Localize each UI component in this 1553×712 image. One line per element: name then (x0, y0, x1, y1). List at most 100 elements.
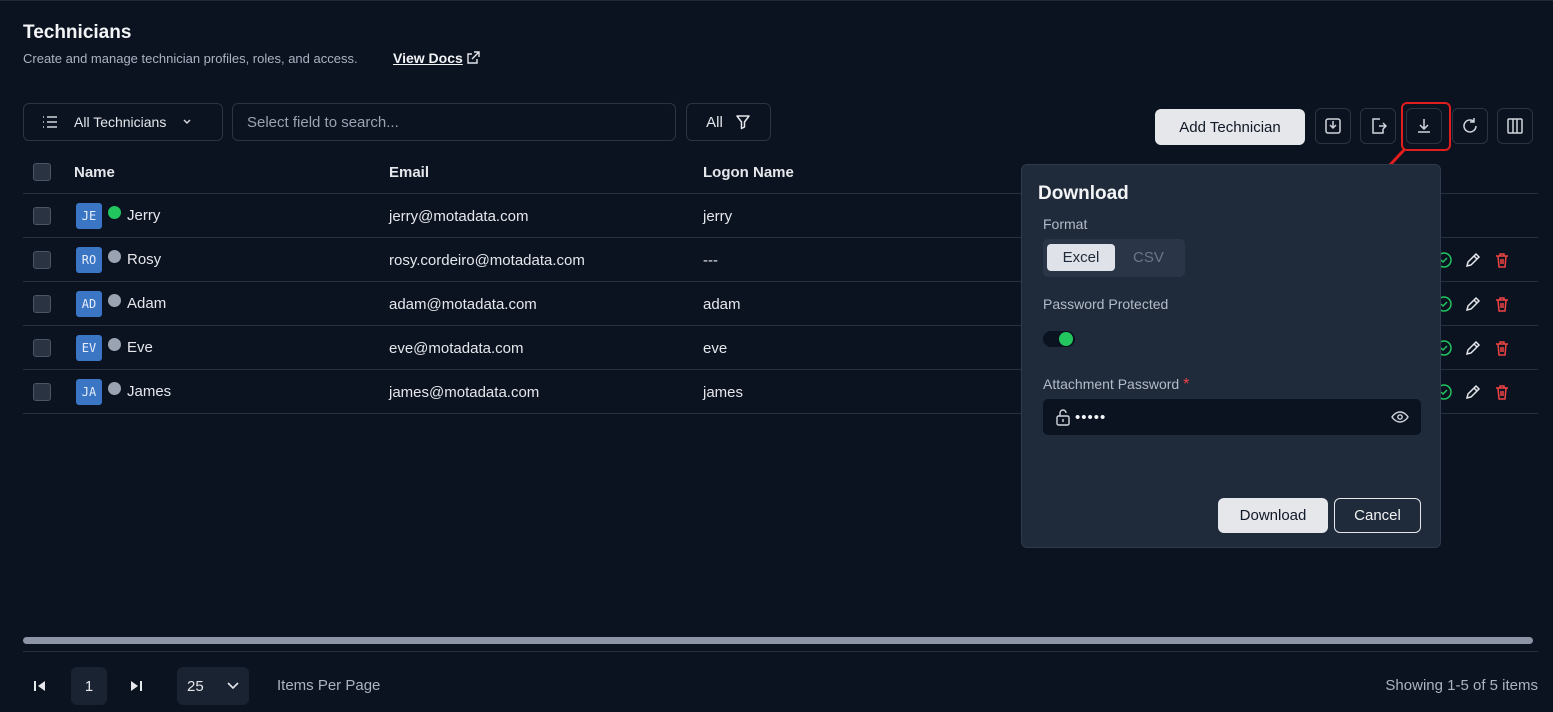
column-header-name[interactable]: Name (74, 150, 115, 194)
footer-divider (23, 651, 1538, 652)
row-actions (1435, 238, 1511, 282)
refresh-icon (1463, 118, 1477, 133)
email-cell: rosy.cordeiro@motadata.com (389, 251, 585, 269)
select-all-cell (33, 150, 51, 194)
name-cell: EV Eve (76, 326, 153, 370)
refresh-button[interactable] (1452, 108, 1488, 144)
items-per-page-select[interactable]: 25 (177, 667, 249, 705)
row-checkbox-cell (33, 326, 51, 370)
edit-icon[interactable] (1464, 339, 1482, 357)
name-cell: AD Adam (76, 282, 166, 326)
technician-name[interactable]: Eve (127, 339, 153, 356)
row-actions (1435, 370, 1511, 414)
edit-icon[interactable] (1464, 251, 1482, 269)
download-highlight-box (1401, 102, 1451, 151)
attachment-password-label: Attachment Password * (1043, 376, 1189, 394)
status-offline-dot (108, 337, 121, 351)
name-cell: JA James (76, 370, 171, 414)
columns-button[interactable] (1497, 108, 1533, 144)
row-checkbox-cell (33, 282, 51, 326)
technician-name[interactable]: James (127, 383, 171, 400)
delete-icon[interactable] (1493, 383, 1511, 401)
select-all-checkbox[interactable] (33, 163, 51, 181)
column-header-logon[interactable]: Logon Name (703, 150, 794, 194)
format-option-csv[interactable]: CSV (1133, 244, 1164, 271)
first-page-icon[interactable] (33, 679, 47, 693)
last-page-icon[interactable] (129, 679, 143, 693)
technician-name[interactable]: Adam (127, 295, 166, 312)
export-icon (1372, 118, 1387, 134)
toggle-knob (1059, 332, 1073, 346)
logon-cell: james (703, 383, 744, 401)
external-link-icon (467, 51, 480, 64)
filter-button[interactable]: All (686, 103, 771, 141)
technician-name[interactable]: Jerry (127, 207, 160, 224)
cancel-button[interactable]: Cancel (1334, 498, 1421, 533)
required-mark: * (1183, 376, 1190, 393)
list-icon (43, 116, 57, 128)
eye-icon[interactable] (1391, 410, 1409, 424)
items-per-page-label: Items Per Page (277, 677, 381, 694)
logon-cell: adam (703, 295, 741, 313)
row-actions (1435, 282, 1511, 326)
filter-label: All (706, 113, 723, 131)
import-icon (1325, 118, 1341, 134)
popup-title: Download (1038, 183, 1129, 204)
logon-cell: jerry (703, 207, 733, 225)
add-technician-button[interactable]: Add Technician (1155, 109, 1305, 145)
search-input[interactable] (247, 113, 661, 131)
edit-icon[interactable] (1464, 383, 1482, 401)
format-label: Format (1043, 216, 1088, 232)
name-cell: RO Rosy (76, 238, 161, 282)
row-checkbox[interactable] (33, 383, 51, 401)
status-offline-dot (108, 293, 121, 307)
horizontal-scrollbar[interactable] (23, 637, 1533, 644)
page-subtitle: Create and manage technician profiles, r… (23, 51, 358, 66)
avatar: JA (76, 379, 102, 405)
delete-icon[interactable] (1493, 339, 1511, 357)
view-docs-label: View Docs (393, 50, 463, 66)
view-docs-link[interactable]: View Docs (393, 50, 480, 66)
avatar: EV (76, 335, 102, 361)
page-title: Technicians (23, 22, 132, 43)
technician-name[interactable]: Rosy (127, 251, 161, 268)
avatar: AD (76, 291, 102, 317)
column-header-email[interactable]: Email (389, 150, 429, 194)
logon-cell: eve (703, 339, 728, 357)
edit-icon[interactable] (1464, 295, 1482, 313)
logon-cell: --- (703, 251, 718, 269)
row-checkbox[interactable] (33, 339, 51, 357)
chevron-down-icon (227, 682, 239, 690)
row-checkbox-cell (33, 370, 51, 414)
export-button[interactable] (1360, 108, 1396, 144)
per-page-value: 25 (187, 677, 204, 695)
format-option-excel[interactable]: Excel (1047, 244, 1115, 271)
avatar: JE (76, 203, 102, 229)
filter-icon (736, 115, 750, 130)
row-actions (1435, 326, 1511, 370)
view-select-label: All Technicians (74, 114, 167, 130)
delete-icon[interactable] (1493, 295, 1511, 313)
status-offline-dot (108, 381, 121, 395)
view-select[interactable]: All Technicians (23, 103, 223, 141)
download-popup: Download Format Excel CSV Password Prote… (1021, 164, 1441, 548)
download-confirm-button[interactable]: Download (1218, 498, 1328, 533)
import-button[interactable] (1315, 108, 1351, 144)
password-protected-label: Password Protected (1043, 296, 1169, 312)
delete-icon[interactable] (1493, 251, 1511, 269)
name-cell: JE Jerry (76, 194, 160, 238)
attachment-password-text: Attachment Password (1043, 376, 1180, 392)
search-box[interactable] (232, 103, 676, 141)
password-protected-toggle[interactable] (1043, 331, 1075, 347)
current-page[interactable]: 1 (71, 667, 107, 705)
attachment-password-field[interactable]: ••••• (1043, 399, 1421, 435)
password-value: ••••• (1075, 408, 1107, 426)
row-checkbox-cell (33, 194, 51, 238)
row-checkbox[interactable] (33, 295, 51, 313)
avatar: RO (76, 247, 102, 273)
format-segmented-control: Excel CSV (1043, 239, 1185, 277)
showing-count: Showing 1-5 of 5 items (1385, 677, 1538, 694)
row-checkbox[interactable] (33, 207, 51, 225)
email-cell: eve@motadata.com (389, 339, 524, 357)
row-checkbox[interactable] (33, 251, 51, 269)
